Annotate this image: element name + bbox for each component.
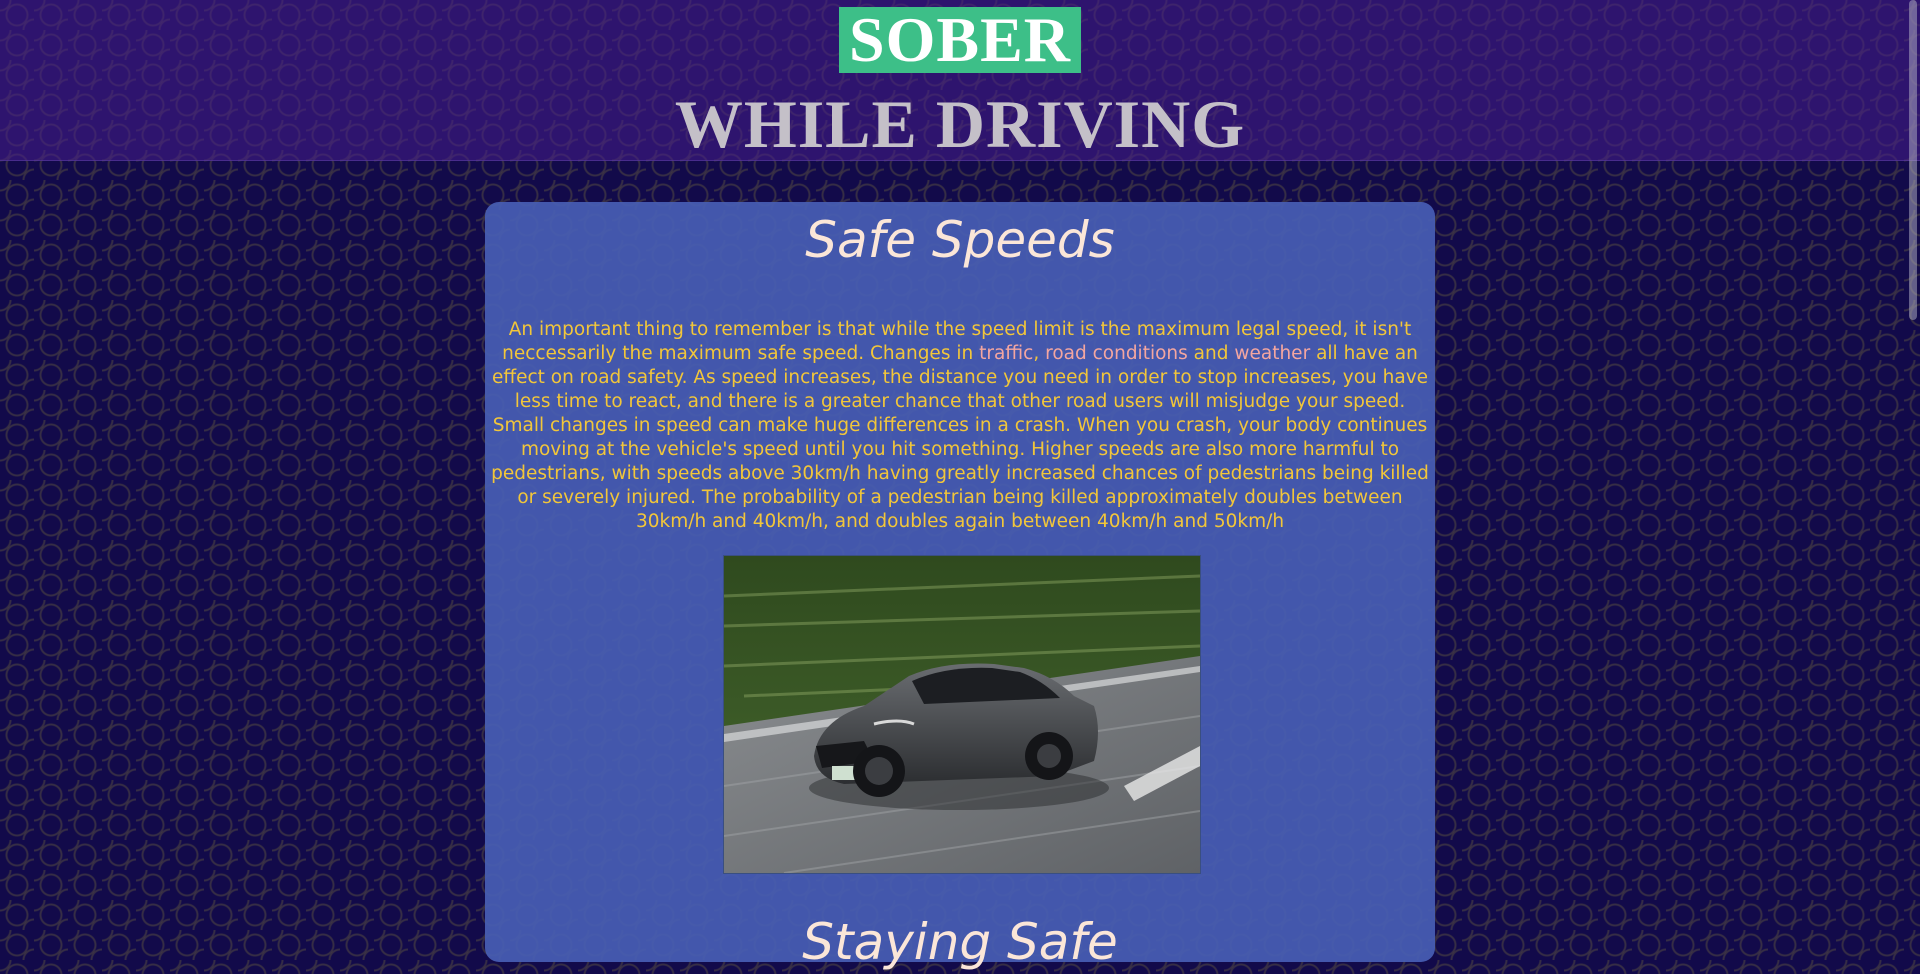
highlight-road-conditions: road conditions [1045,343,1188,364]
page-scrollbar[interactable] [1906,0,1920,936]
scrollbar-thumb[interactable] [1909,0,1917,320]
content-card: Safe Speeds An important thing to rememb… [485,202,1435,971]
car-photo [723,555,1201,874]
body-text: all have an effect on road safety. As sp… [491,343,1429,532]
logo-badge: SOBER [839,7,1081,73]
highlight-traffic: traffic [979,343,1034,364]
car-image [724,556,1200,873]
section-body: An important thing to remember is that w… [489,318,1431,534]
body-separator: and [1187,343,1235,364]
site-header: SOBER WHILE DRIVING [0,0,1920,161]
highlight-weather: weather [1234,343,1311,364]
body-separator: , [1033,343,1046,364]
section-title: Safe Speeds [805,211,1115,269]
site-title: WHILE DRIVING [674,86,1246,162]
next-section-title: Staying Safe [802,913,1118,971]
